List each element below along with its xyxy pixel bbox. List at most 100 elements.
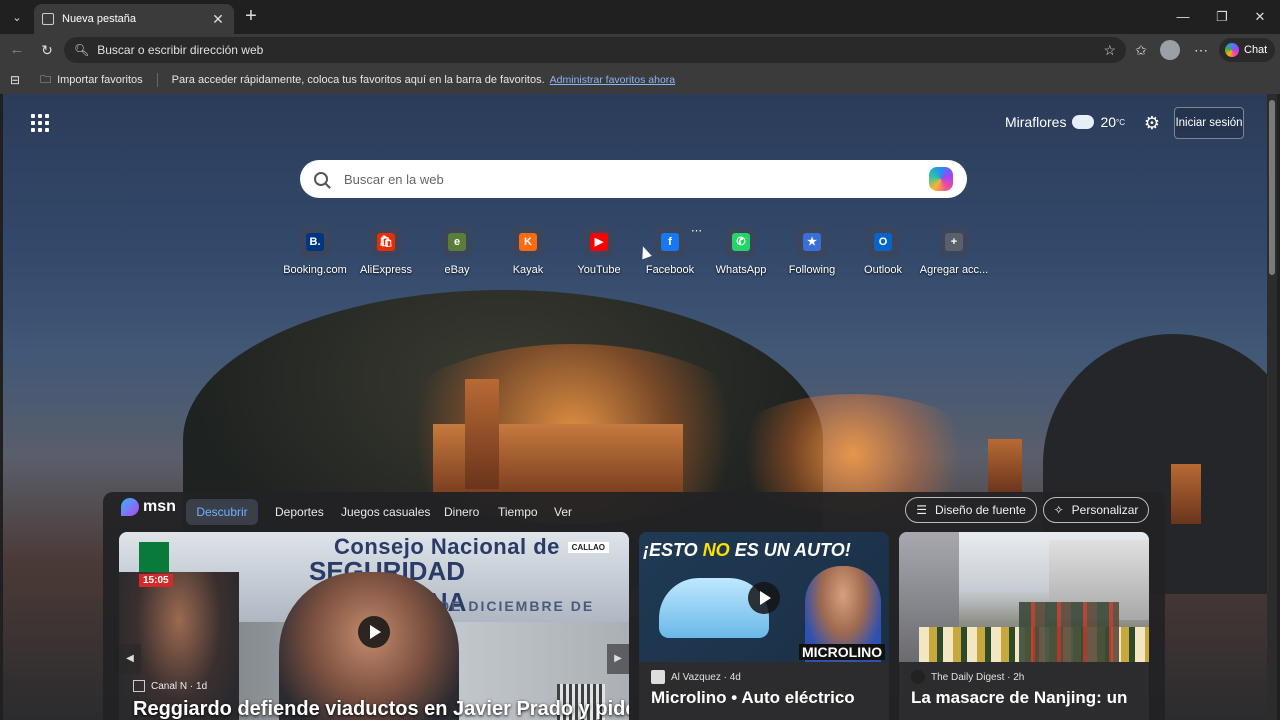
font-design-button[interactable]: ☰ Diseño de fuente — [905, 497, 1037, 523]
import-favorites-button[interactable]: 🗀 Importar favoritos — [40, 71, 143, 90]
source-separator: · — [720, 671, 730, 683]
tab-actions-chevron-icon[interactable]: ⌄ — [6, 7, 28, 27]
news-card-large[interactable]: Consejo Nacional de SEGURIDAD CIUDADANA … — [119, 532, 629, 720]
minimize-button[interactable]: — — [1168, 6, 1198, 28]
search-icon: 🔍︎ — [74, 43, 90, 57]
source-name: Al Vazquez — [671, 671, 721, 683]
copilot-icon[interactable] — [929, 167, 953, 191]
new-tab-page: Miraflores 20 °C ⚙ Iniciar sesión Buscar … — [3, 94, 1277, 720]
background-tower — [1171, 464, 1201, 524]
source-separator: · — [1004, 671, 1014, 683]
quick-link-label: Agregar acc... — [919, 264, 989, 276]
kayak-icon: K — [519, 233, 537, 251]
import-favorites-label: Importar favoritos — [57, 74, 143, 86]
quick-link-ebay[interactable]: e eBay — [421, 226, 493, 276]
play-icon[interactable] — [748, 582, 780, 614]
tab-tiempo[interactable]: Tiempo — [498, 499, 538, 525]
web-search-box[interactable]: Buscar en la web — [300, 160, 967, 198]
gear-icon[interactable]: ⚙ — [1141, 112, 1163, 134]
quick-link-label: Booking.com — [283, 264, 347, 276]
quick-link-whatsapp[interactable]: ✆ WhatsApp — [705, 226, 777, 276]
quick-link-booking[interactable]: B. Booking.com — [279, 226, 351, 276]
weather-widget[interactable]: Miraflores 20 °C — [1005, 109, 1125, 130]
signin-button[interactable]: Iniciar sesión — [1174, 107, 1244, 139]
news-card[interactable]: ¡ESTO NO ES UN AUTO! MICROLINO Al Vazque… — [639, 532, 889, 720]
card-headline[interactable]: Reggiardo defiende viaductos en Javier P… — [133, 698, 629, 720]
address-bar[interactable]: 🔍︎ Buscar o escribir dirección web ☆ — [64, 37, 1126, 63]
background-tower — [988, 439, 1022, 494]
quick-link-icon-frame: O — [867, 226, 899, 258]
apps-launcher-icon[interactable] — [31, 114, 49, 132]
channel-logo — [139, 542, 169, 572]
quick-link-add[interactable]: + Agregar acc... — [918, 226, 990, 276]
tab-dinero[interactable]: Dinero — [444, 499, 479, 525]
collections-icon[interactable]: ⊟ — [10, 73, 20, 87]
tab-deportes[interactable]: Deportes — [275, 499, 324, 525]
source-name: Canal N — [151, 680, 188, 692]
play-icon[interactable] — [358, 616, 390, 648]
following-icon: ★ — [803, 233, 821, 251]
quick-link-icon-frame: f — [654, 226, 686, 258]
carousel-next-icon[interactable]: ▶ — [607, 644, 629, 674]
whatsapp-icon: ✆ — [732, 233, 750, 251]
thumb-caption: ¡ESTO NO ES UN AUTO! — [643, 540, 851, 561]
tab-ver[interactable]: Ver — [554, 499, 572, 525]
title-bar: ⌄ Nueva pestaña ✕ + — ❐ ✕ — [0, 0, 1280, 34]
tab-new-tab[interactable]: Nueva pestaña ✕ — [34, 4, 234, 34]
msn-logo-text: msn — [143, 498, 176, 515]
card-headline[interactable]: La masacre de Nanjing: un — [911, 688, 1127, 708]
quick-link-label: WhatsApp — [715, 264, 767, 276]
close-window-button[interactable]: ✕ — [1245, 6, 1275, 28]
reload-icon[interactable]: ↻ — [36, 39, 58, 61]
quick-link-kayak[interactable]: K Kayak — [492, 226, 564, 276]
favorite-star-icon[interactable]: ☆ — [1103, 42, 1116, 59]
copilot-chat-button[interactable]: Chat — [1219, 38, 1275, 62]
tab-title: Nueva pestaña — [62, 13, 136, 25]
source-logo-icon — [651, 670, 665, 684]
favorites-icon[interactable]: ✩ — [1130, 39, 1152, 61]
tile-more-options-icon[interactable]: ⋯ — [691, 224, 702, 237]
quick-link-icon-frame: K — [512, 226, 544, 258]
favorites-bar: ⊟ 🗀 Importar favoritos Para acceder rápi… — [0, 66, 1280, 94]
background-tower — [465, 379, 499, 489]
navigation-toolbar: ← ↻ 🔍︎ Buscar o escribir dirección web ☆… — [0, 34, 1280, 66]
search-placeholder: Buscar en la web — [344, 171, 444, 187]
tab-descubrir[interactable]: Descubrir — [186, 499, 258, 525]
favorites-hint: Para acceder rápidamente, coloca tus fav… — [171, 74, 545, 86]
close-tab-icon[interactable]: ✕ — [210, 11, 226, 28]
msn-feed: msn Descubrir Deportes Juegos casuales D… — [103, 492, 1165, 720]
card-headline[interactable]: Microlino • Auto eléctrico — [651, 688, 855, 708]
quick-link-aliexpress[interactable]: 🛍 AliExpress — [350, 226, 422, 276]
quick-link-following[interactable]: ★ Following — [776, 226, 848, 276]
thumb-caption-highlight: NO — [702, 540, 730, 560]
quick-link-outlook[interactable]: O Outlook — [847, 226, 919, 276]
page-scrollbar[interactable] — [1267, 94, 1277, 720]
back-arrow-icon[interactable]: ← — [6, 39, 28, 61]
carousel-prev-icon[interactable]: ◀ — [119, 644, 141, 674]
maximize-button[interactable]: ❐ — [1207, 6, 1237, 28]
new-tab-button[interactable]: + — [240, 6, 262, 28]
personalize-button[interactable]: ✧ Personalizar — [1043, 497, 1149, 523]
card-source: The Daily Digest · 2h — [911, 670, 1024, 684]
copilot-icon — [1225, 43, 1239, 57]
divider — [156, 73, 158, 87]
profile-avatar[interactable] — [1160, 40, 1180, 60]
ebay-icon: e — [448, 233, 466, 251]
source-logo-icon — [911, 670, 925, 684]
more-options-icon[interactable]: ⋯ — [1190, 39, 1212, 61]
quick-link-icon-frame: B. — [299, 226, 331, 258]
overlay-time: 15:05 — [139, 574, 173, 587]
manage-favorites-link[interactable]: Administrar favoritos ahora — [550, 74, 675, 86]
quick-link-youtube[interactable]: ▶ YouTube — [563, 226, 635, 276]
msn-logo[interactable]: msn — [121, 498, 176, 516]
source-name: The Daily Digest — [931, 671, 1005, 683]
overlay-tag: CALLAO — [567, 542, 609, 553]
weather-location: Miraflores — [1005, 114, 1067, 130]
scrollbar-thumb[interactable] — [1269, 100, 1275, 275]
card-source: Al Vazquez · 4d — [651, 670, 741, 684]
sliders-icon: ☰ — [916, 503, 928, 517]
source-separator: · — [187, 680, 197, 692]
quick-link-icon-frame: ★ — [796, 226, 828, 258]
news-card[interactable]: The Daily Digest · 2h La masacre de Nanj… — [899, 532, 1149, 720]
tab-juegos-casuales[interactable]: Juegos casuales — [341, 499, 430, 525]
